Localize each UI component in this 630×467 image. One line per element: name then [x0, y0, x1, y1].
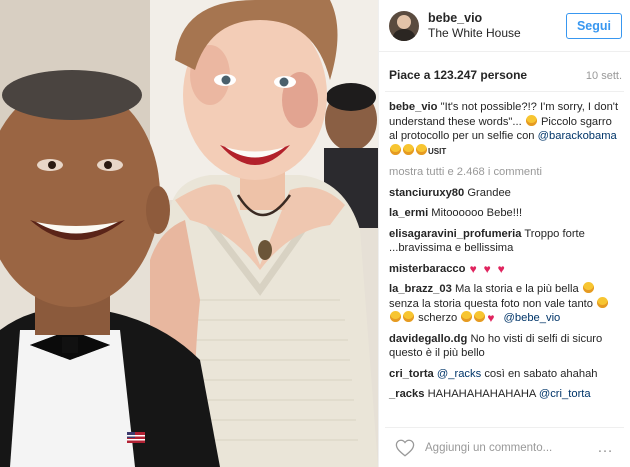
comment-username[interactable]: stanciuruxy80 — [389, 187, 464, 199]
comment-mention[interactable]: @bebe_vio — [504, 312, 561, 324]
caption: bebe_vio "It's not possible?!? I'm sorry… — [389, 100, 620, 159]
comment-footer: Aggiungi un commento... … — [385, 427, 624, 467]
heart-emoji-icon: ♥ — [487, 311, 495, 325]
comment-item: davidegallo.dg No ho visti di selfi di s… — [389, 332, 620, 361]
comment-username[interactable]: davidegallo.dg — [389, 333, 467, 345]
caption-username[interactable]: bebe_vio — [389, 101, 438, 113]
comment-item: _racks HAHAHAHAHAHAHA @cri_torta — [389, 387, 620, 402]
instagram-post: bebe_vio The White House Segui Piace a 1… — [0, 0, 630, 467]
laughing-emoji-icon — [390, 311, 401, 322]
laughing-emoji-icon — [474, 311, 486, 322]
comment-mention[interactable]: @cri_torta — [539, 388, 591, 400]
laughing-emoji-icon — [416, 143, 427, 155]
heart-icon[interactable] — [395, 439, 415, 457]
comment-text: Grandee — [467, 186, 511, 199]
add-comment-input[interactable]: Aggiungi un commento... — [425, 442, 597, 454]
header-text: bebe_vio The White House — [428, 11, 566, 41]
caption-suffix: USIT — [428, 146, 447, 156]
comment-text: Ma la storia e la più bella — [454, 283, 579, 295]
selfie-illustration — [0, 0, 378, 467]
comment-item: la_ermi Mitoooooo Bebe!!! — [389, 206, 620, 221]
comment-item: misterbaracco ♥ ♥ ♥ — [389, 262, 620, 277]
heart-emoji-icon: ♥ — [469, 261, 477, 276]
comment-username[interactable]: la_brazz_03 — [389, 283, 452, 295]
heart-emoji-icon: ♥ — [483, 261, 491, 276]
caption-mention[interactable]: @barackobama — [538, 130, 617, 142]
comment-item: cri_torta @_racks così en sabato ahahah — [389, 367, 620, 382]
comment-username[interactable]: cri_torta — [389, 368, 434, 380]
comments-list: bebe_vio "It's not possible?!? I'm sorry… — [379, 92, 630, 427]
laughing-emoji-icon — [582, 282, 594, 293]
comment-text: scherzo — [418, 312, 458, 324]
follow-button[interactable]: Segui — [565, 12, 622, 39]
more-options-icon[interactable]: … — [597, 439, 614, 457]
likes-count[interactable]: Piace a 123.247 persone — [389, 68, 527, 82]
comment-username[interactable]: la_ermi — [389, 207, 428, 219]
header-username[interactable]: bebe_vio — [428, 11, 566, 26]
laughing-emoji-icon — [597, 296, 609, 308]
post-time[interactable]: 10 sett. — [586, 70, 622, 82]
comment-mention[interactable]: @_racks — [437, 368, 481, 380]
post-header: bebe_vio The White House Segui — [379, 0, 630, 52]
post-photo[interactable] — [0, 0, 378, 467]
heart-emoji-icon: ♥ — [497, 261, 505, 276]
comment-item: stanciuruxy80 Grandee — [389, 186, 620, 201]
comment-text: HAHAHAHAHAHAHA — [427, 388, 536, 400]
heart-eyes-emoji-icon — [403, 143, 414, 155]
wink-emoji-icon — [461, 311, 473, 322]
comment-username[interactable]: elisagaravini_profumeria — [389, 228, 521, 240]
comment-item: elisagaravini_profumeria Troppo forte ..… — [389, 227, 620, 256]
comment-text: Mitoooooo Bebe!!! — [431, 207, 523, 219]
show-all-comments-link[interactable]: mostra tutti e 2.468 i commenti — [389, 165, 620, 180]
comment-text: senza la storia questa foto non vale tan… — [389, 297, 593, 310]
likes-row: Piace a 123.247 persone 10 sett. — [385, 52, 624, 92]
laughing-emoji-icon — [403, 311, 414, 322]
comment-item: la_brazz_03 Ma la storia e la più bella … — [389, 282, 620, 326]
scream-emoji-icon — [390, 143, 401, 155]
grin-emoji-icon — [525, 114, 537, 126]
comment-username[interactable]: misterbaracco — [389, 263, 466, 275]
header-location[interactable]: The White House — [428, 26, 566, 41]
post-side-panel: bebe_vio The White House Segui Piace a 1… — [378, 0, 630, 467]
comment-text: così en sabato ahahah — [484, 367, 598, 380]
comment-username[interactable]: _racks — [389, 388, 424, 400]
avatar[interactable] — [389, 10, 419, 41]
